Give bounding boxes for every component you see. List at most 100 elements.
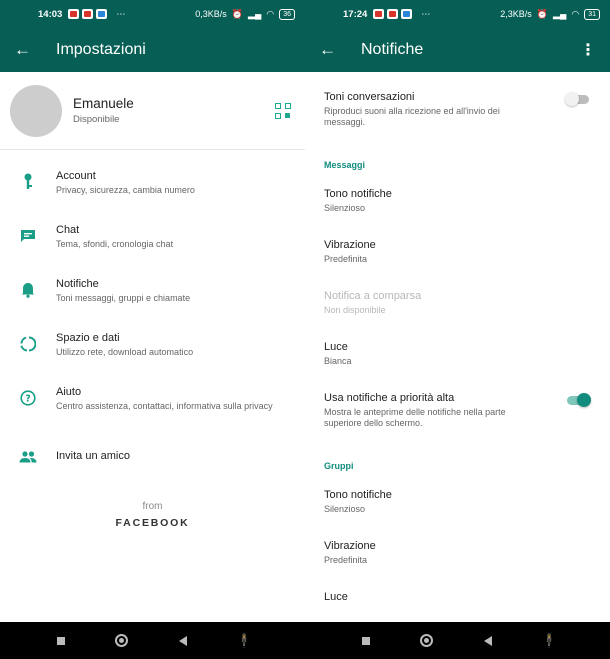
avatar[interactable] (10, 84, 62, 137)
row-value: Predefinita (324, 555, 368, 565)
settings-item-invite-friend[interactable]: Invita un amico (0, 445, 305, 467)
settings-item-notifications[interactable]: Notifiche Toni messaggi, gruppi e chiama… (0, 278, 305, 304)
status-bar: 17:24 ⋯ 2,3KB/s ⏰ ▂▄ ◠ 31 (305, 0, 610, 28)
section-header-groups: Gruppi (324, 461, 354, 471)
settings-item-help[interactable]: ? Aiuto Centro assistenza, contattaci, i… (0, 386, 305, 412)
messages-vibration-row[interactable]: Vibrazione Predefinita (305, 239, 610, 265)
status-bar: 14:03 ⋯ 0,3KB/s ⏰ ▂▄ ◠ 36 (0, 0, 305, 28)
settings-item-storage-data[interactable]: Spazio e dati Utilizzo rete, download au… (0, 332, 305, 358)
battery-icon: 31 (584, 8, 600, 20)
settings-item-subtitle: Privacy, sicurezza, cambia numero (56, 185, 195, 195)
chat-icon (18, 226, 38, 246)
app-notification-icon (96, 9, 108, 19)
status-time: 14:03 (38, 8, 63, 20)
row-title: Vibrazione (324, 540, 376, 552)
accessibility-icon: 🕴 (236, 632, 253, 648)
battery-icon: 36 (279, 8, 295, 20)
settings-item-title: Spazio e dati (56, 332, 120, 344)
page-title: Impostazioni (56, 41, 146, 58)
more-options-icon[interactable]: ⋮ (580, 40, 596, 60)
key-icon (18, 172, 38, 192)
back-arrow-icon[interactable]: ← (14, 40, 42, 60)
alarm-icon: ⏰ (231, 8, 244, 19)
gmail-notification-icon (387, 9, 399, 19)
signal-icon: ▂▄ (553, 8, 567, 19)
home-button[interactable] (420, 634, 434, 648)
more-notifications-icon: ⋯ (116, 8, 127, 19)
row-subtitle: Mostra le anteprime delle notifiche nell… (324, 407, 506, 428)
settings-item-subtitle: Tema, sfondi, cronologia chat (56, 239, 174, 249)
gmail-notification-icon (373, 9, 385, 19)
row-value: Non disponibile (324, 305, 386, 315)
settings-screen: 14:03 ⋯ 0,3KB/s ⏰ ▂▄ ◠ 36 ← Impostazioni… (0, 0, 305, 659)
app-bar: ← Notifiche ⋮ (305, 28, 610, 72)
more-notifications-icon: ⋯ (421, 8, 432, 19)
conversation-tones-row[interactable]: Toni conversazioni Riproduci suoni alla … (305, 91, 610, 128)
back-button[interactable] (481, 634, 495, 648)
network-speed: 0,3KB/s (195, 9, 227, 19)
circle-icon (420, 634, 434, 647)
qr-code-icon[interactable] (275, 102, 291, 119)
settings-item-title: Notifiche (56, 278, 99, 290)
row-value: Predefinita (324, 254, 368, 264)
back-arrow-icon[interactable]: ← (319, 40, 347, 60)
wifi-icon: ◠ (571, 8, 580, 19)
triangle-back-icon (484, 635, 493, 646)
row-title: Notifica a comparsa (324, 290, 422, 302)
high-priority-notifications-row[interactable]: Usa notifiche a priorità alta Mostra le … (305, 392, 610, 429)
settings-item-title: Aiuto (56, 386, 82, 398)
app-notification-icon (401, 9, 413, 19)
footer-brand: FACEBOOK (115, 517, 190, 529)
row-title: Luce (324, 591, 348, 603)
messages-popup-notification-row: Notifica a comparsa Non disponibile (305, 290, 610, 316)
network-speed: 2,3KB/s (500, 9, 532, 19)
row-subtitle: Riproduci suoni alla ricezione ed all'in… (324, 106, 500, 127)
row-value: Silenzioso (324, 504, 366, 514)
notifications-screen: 17:24 ⋯ 2,3KB/s ⏰ ▂▄ ◠ 31 ← Notifiche ⋮ … (305, 0, 610, 659)
navigation-bar: 🕴 (305, 622, 610, 659)
row-title: Tono notifiche (324, 188, 392, 200)
settings-item-subtitle: Centro assistenza, contattaci, informati… (56, 401, 273, 411)
people-icon (18, 447, 38, 467)
conversation-tones-toggle[interactable] (565, 92, 591, 106)
footer-from: from (142, 501, 163, 512)
circle-icon (115, 634, 129, 647)
gmail-notification-icon (68, 9, 80, 19)
back-button[interactable] (176, 634, 190, 648)
accessibility-icon: 🕴 (541, 632, 558, 648)
navigation-bar: 🕴 (0, 622, 305, 659)
help-icon: ? (18, 388, 38, 408)
groups-vibration-row[interactable]: Vibrazione Predefinita (305, 540, 610, 566)
alarm-icon: ⏰ (536, 8, 549, 19)
profile-row[interactable]: Emanuele Disponibile (0, 72, 305, 150)
accessibility-button[interactable]: 🕴 (541, 632, 558, 648)
settings-item-chat[interactable]: Chat Tema, sfondi, cronologia chat (0, 224, 305, 250)
recent-apps-button[interactable] (54, 634, 68, 648)
groups-light-row[interactable]: Luce (305, 591, 610, 603)
section-header-messages: Messaggi (324, 160, 366, 170)
groups-notification-tone-row[interactable]: Tono notifiche Silenzioso (305, 489, 610, 515)
row-title: Vibrazione (324, 239, 376, 251)
high-priority-toggle[interactable] (565, 393, 591, 407)
settings-item-subtitle: Toni messaggi, gruppi e chiamate (56, 293, 191, 303)
accessibility-button[interactable]: 🕴 (236, 632, 253, 648)
settings-item-subtitle: Utilizzo rete, download automatico (56, 347, 194, 357)
messages-notification-tone-row[interactable]: Tono notifiche Silenzioso (305, 188, 610, 214)
signal-icon: ▂▄ (248, 8, 262, 19)
page-title: Notifiche (361, 41, 424, 58)
row-title: Luce (324, 341, 348, 353)
settings-item-account[interactable]: Account Privacy, sicurezza, cambia numer… (0, 170, 305, 196)
profile-name: Emanuele (73, 96, 134, 111)
profile-status: Disponibile (73, 114, 120, 125)
home-button[interactable] (115, 634, 129, 648)
row-title: Tono notifiche (324, 489, 392, 501)
settings-item-title: Account (56, 170, 96, 182)
square-icon (56, 636, 65, 645)
status-time: 17:24 (343, 8, 368, 20)
data-usage-icon (18, 334, 38, 354)
app-bar: ← Impostazioni (0, 28, 305, 72)
square-icon (361, 636, 370, 645)
messages-light-row[interactable]: Luce Bianca (305, 341, 610, 367)
settings-item-title: Chat (56, 224, 80, 236)
recent-apps-button[interactable] (359, 634, 373, 648)
